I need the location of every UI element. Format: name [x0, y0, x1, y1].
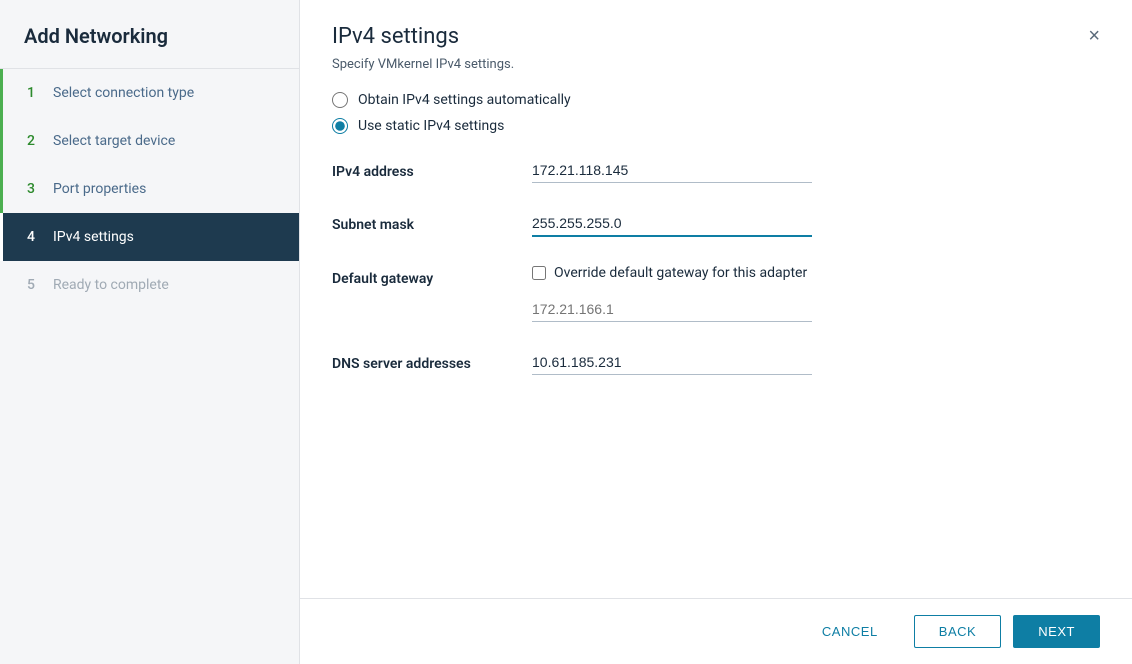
subnet-mask-row: Subnet mask	[332, 211, 1100, 237]
subnet-mask-label: Subnet mask	[332, 211, 532, 233]
next-button[interactable]: NEXT	[1013, 615, 1100, 648]
step-label-1: Select connection type	[53, 85, 194, 101]
radio-static-input[interactable]	[332, 118, 348, 134]
back-button[interactable]: BACK	[914, 615, 1001, 648]
main-body: Obtain IPv4 settings automatically Use s…	[300, 72, 1132, 598]
close-button[interactable]: ×	[1088, 26, 1100, 46]
step-num-4: 4	[27, 229, 43, 245]
step-num-3: 3	[27, 181, 43, 197]
step-label-4: IPv4 settings	[53, 229, 134, 245]
main-panel: IPv4 settings × Specify VMkernel IPv4 se…	[300, 0, 1132, 664]
sidebar-step-2[interactable]: 2 Select target device	[0, 117, 299, 165]
dialog-title: Add Networking	[0, 0, 299, 69]
sidebar-step-5: 5 Ready to complete	[0, 261, 299, 309]
step-num-5: 5	[27, 277, 43, 293]
page-title: IPv4 settings	[332, 24, 459, 49]
default-gateway-label: Default gateway	[332, 265, 532, 287]
dns-server-input-wrapper	[532, 350, 812, 375]
override-gateway-checkbox-label[interactable]: Override default gateway for this adapte…	[532, 265, 807, 281]
dns-server-input[interactable]	[532, 350, 812, 375]
radio-group: Obtain IPv4 settings automatically Use s…	[332, 92, 1100, 134]
radio-auto-input[interactable]	[332, 92, 348, 108]
radio-auto-label: Obtain IPv4 settings automatically	[358, 92, 571, 108]
step-label-2: Select target device	[53, 133, 175, 149]
gateway-address-input[interactable]	[532, 297, 812, 322]
cancel-button[interactable]: CANCEL	[798, 616, 902, 647]
sidebar-step-1[interactable]: 1 Select connection type	[0, 69, 299, 117]
step-num-2: 2	[27, 133, 43, 149]
step-num-1: 1	[27, 85, 43, 101]
radio-auto[interactable]: Obtain IPv4 settings automatically	[332, 92, 1100, 108]
subnet-mask-input[interactable]	[532, 211, 812, 237]
default-gateway-controls: Override default gateway for this adapte…	[532, 265, 812, 322]
override-gateway-checkbox[interactable]	[532, 266, 546, 280]
add-networking-dialog: Add Networking 1Select connection type2S…	[0, 0, 1132, 664]
radio-static[interactable]: Use static IPv4 settings	[332, 118, 1100, 134]
dns-server-row: DNS server addresses	[332, 350, 1100, 375]
steps-list: 1 Select connection type 2 Select target de…	[0, 69, 299, 664]
ipv4-address-input-wrapper	[532, 158, 812, 183]
sidebar-step-3[interactable]: 3 Port properties	[0, 165, 299, 213]
form-section: IPv4 address Subnet mask Default gateway	[332, 158, 1100, 375]
ipv4-address-row: IPv4 address	[332, 158, 1100, 183]
override-gateway-checkbox-row: Override default gateway for this adapte…	[532, 265, 812, 281]
sidebar-step-4[interactable]: 4 IPv4 settings	[0, 213, 299, 261]
radio-static-label: Use static IPv4 settings	[358, 118, 504, 134]
sidebar: Add Networking 1 Select connection type 2S…	[0, 0, 300, 664]
ipv4-address-label: IPv4 address	[332, 158, 532, 180]
page-subtitle: Specify VMkernel IPv4 settings.	[300, 49, 1132, 72]
dns-server-label: DNS server addresses	[332, 350, 532, 372]
override-gateway-text: Override default gateway for this adapte…	[554, 265, 807, 281]
default-gateway-row: Default gateway Override default gateway…	[332, 265, 1100, 322]
footer: CANCEL BACK NEXT	[300, 598, 1132, 664]
step-label-3: Port properties	[53, 181, 146, 197]
subnet-mask-input-wrapper	[532, 211, 812, 237]
step-label-5: Ready to complete	[53, 277, 169, 293]
ipv4-address-input[interactable]	[532, 158, 812, 183]
main-header: IPv4 settings ×	[300, 0, 1132, 49]
